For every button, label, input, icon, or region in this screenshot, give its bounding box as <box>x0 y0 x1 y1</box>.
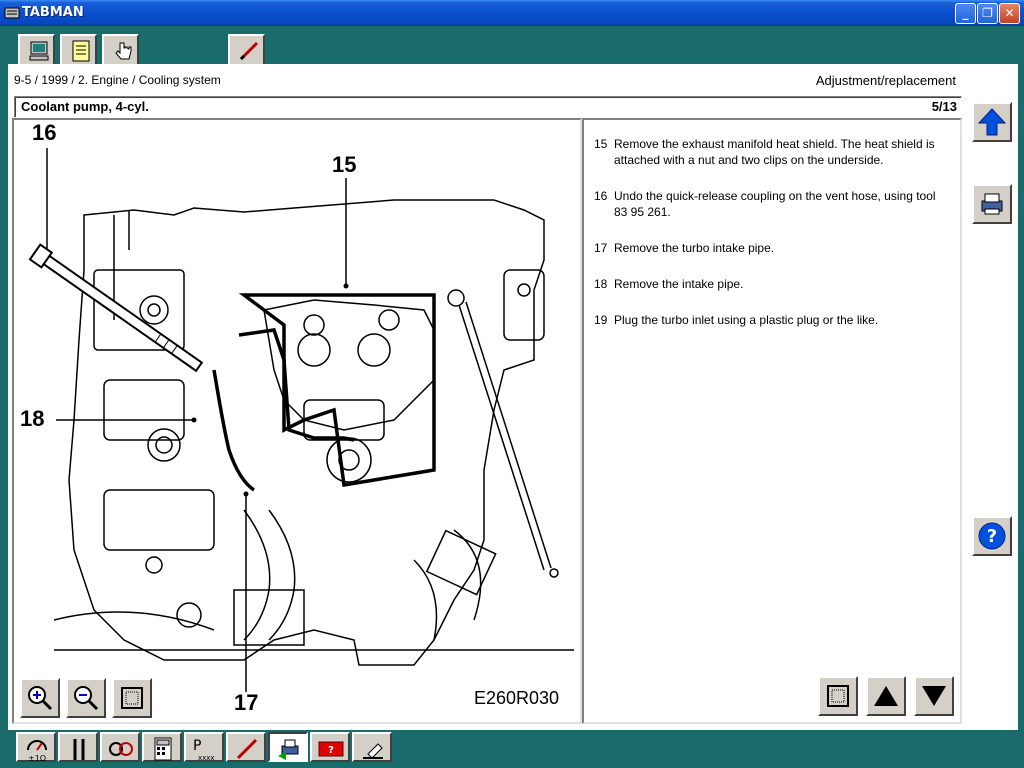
callout-15: 15 <box>332 152 357 177</box>
bottom-toolbar: ±1Ω P xxxx ? <box>0 730 1024 768</box>
step-number: 17 <box>594 241 608 255</box>
step-text: Remove the turbo intake pipe. <box>614 241 775 255</box>
close-button[interactable]: ✕ <box>999 3 1020 24</box>
computer-icon <box>29 41 49 61</box>
pencil-icon <box>236 738 258 760</box>
next-page-button[interactable] <box>914 676 954 716</box>
step-item: 19 Plug the turbo inlet using a plastic … <box>594 312 950 328</box>
diagram-frame: 16 15 18 17 E260R030 <box>12 118 582 724</box>
svg-text:xxxx: xxxx <box>198 754 215 762</box>
print-button[interactable] <box>972 184 1012 224</box>
gauge-button[interactable]: ±1Ω <box>16 732 56 762</box>
section-label: Adjustment/replacement <box>815 73 956 88</box>
tool-pencil[interactable] <box>228 34 265 64</box>
callout-18: 18 <box>20 406 45 431</box>
step-list: 15 Remove the exhaust manifold heat shie… <box>594 136 950 348</box>
previous-page-button[interactable] <box>866 676 906 716</box>
part-numbers-icon: P xxxx <box>193 738 215 762</box>
breadcrumb: 9-5 / 1999 / 2. Engine / Cooling system <box>14 73 221 87</box>
tool-hand[interactable] <box>102 34 139 64</box>
help-icon: ? <box>978 522 1006 550</box>
topic-page: 5/13 <box>931 99 957 114</box>
triangle-up-icon <box>874 686 898 706</box>
stamp-icon <box>363 743 383 759</box>
tool-document[interactable] <box>60 34 97 64</box>
wrench-icon <box>73 739 85 760</box>
fit-image-button[interactable] <box>112 678 152 718</box>
printer-icon <box>981 193 1003 215</box>
callout-16: 16 <box>32 120 57 145</box>
step-number: 18 <box>594 277 608 291</box>
diagram-code: E260R030 <box>474 688 560 708</box>
tool-computer[interactable] <box>18 34 55 64</box>
svg-text:?: ? <box>987 526 997 547</box>
part-numbers-button[interactable]: P xxxx <box>184 732 224 762</box>
document-icon <box>72 40 90 62</box>
step-number: 19 <box>594 313 608 327</box>
hand-pointer-icon <box>115 42 132 60</box>
step-text: Remove the exhaust manifold heat shield.… <box>614 137 935 167</box>
step-text: Remove the intake pipe. <box>614 277 744 291</box>
topic-title: Coolant pump, 4-cyl. <box>21 99 149 114</box>
step-number: 16 <box>594 189 608 203</box>
calculator-icon <box>154 737 172 761</box>
svg-text:P: P <box>193 738 201 754</box>
engine-diagram[interactable] <box>14 120 580 722</box>
diagnostics-icon <box>109 742 133 756</box>
triangle-down-icon <box>922 686 946 706</box>
fit-icon <box>121 687 143 709</box>
warning-icon: ? <box>318 741 344 757</box>
svg-text:?: ? <box>328 745 334 756</box>
zoom-in-icon <box>28 686 53 711</box>
print-arrow-icon <box>278 739 299 760</box>
gauge-icon: ±1Ω <box>27 740 47 762</box>
pencil-icon <box>239 41 259 61</box>
step-text: Plug the turbo inlet using a plastic plu… <box>614 313 879 327</box>
step-number: 15 <box>594 137 608 151</box>
step-item: 16 Undo the quick-release coupling on th… <box>594 188 950 220</box>
app-icon <box>4 7 20 19</box>
stamp-button[interactable] <box>352 732 392 762</box>
topic-bar: Coolant pump, 4-cyl. 5/13 <box>14 96 962 118</box>
calculator-button[interactable] <box>142 732 182 762</box>
step-item: 15 Remove the exhaust manifold heat shie… <box>594 136 950 168</box>
wrench-button[interactable] <box>58 732 98 762</box>
step-item: 18 Remove the intake pipe. <box>594 276 950 292</box>
warning-button[interactable]: ? <box>310 732 350 762</box>
callout-17: 17 <box>234 690 259 715</box>
pencil-button[interactable] <box>226 732 266 762</box>
instructions-frame: 15 Remove the exhaust manifold heat shie… <box>582 118 962 724</box>
window-title: TABMAN <box>22 5 84 20</box>
up-button[interactable] <box>972 102 1012 142</box>
title-bar: TABMAN _ ❐ ✕ <box>0 0 1024 26</box>
diagnostics-button[interactable] <box>100 732 140 762</box>
step-text: Undo the quick-release coupling on the v… <box>614 189 936 219</box>
restore-button[interactable]: ❐ <box>977 3 998 24</box>
arrow-up-icon <box>977 108 1007 136</box>
svg-text:±1Ω: ±1Ω <box>28 754 46 762</box>
minimize-button[interactable]: _ <box>955 3 976 24</box>
help-button[interactable]: ? <box>972 516 1012 556</box>
zoom-out-icon <box>74 686 99 711</box>
step-item: 17 Remove the turbo intake pipe. <box>594 240 950 256</box>
zoom-in-button[interactable] <box>20 678 60 718</box>
fit-icon <box>827 685 849 707</box>
fit-page-button[interactable] <box>818 676 858 716</box>
zoom-out-button[interactable] <box>66 678 106 718</box>
print-topic-button[interactable] <box>268 732 308 762</box>
